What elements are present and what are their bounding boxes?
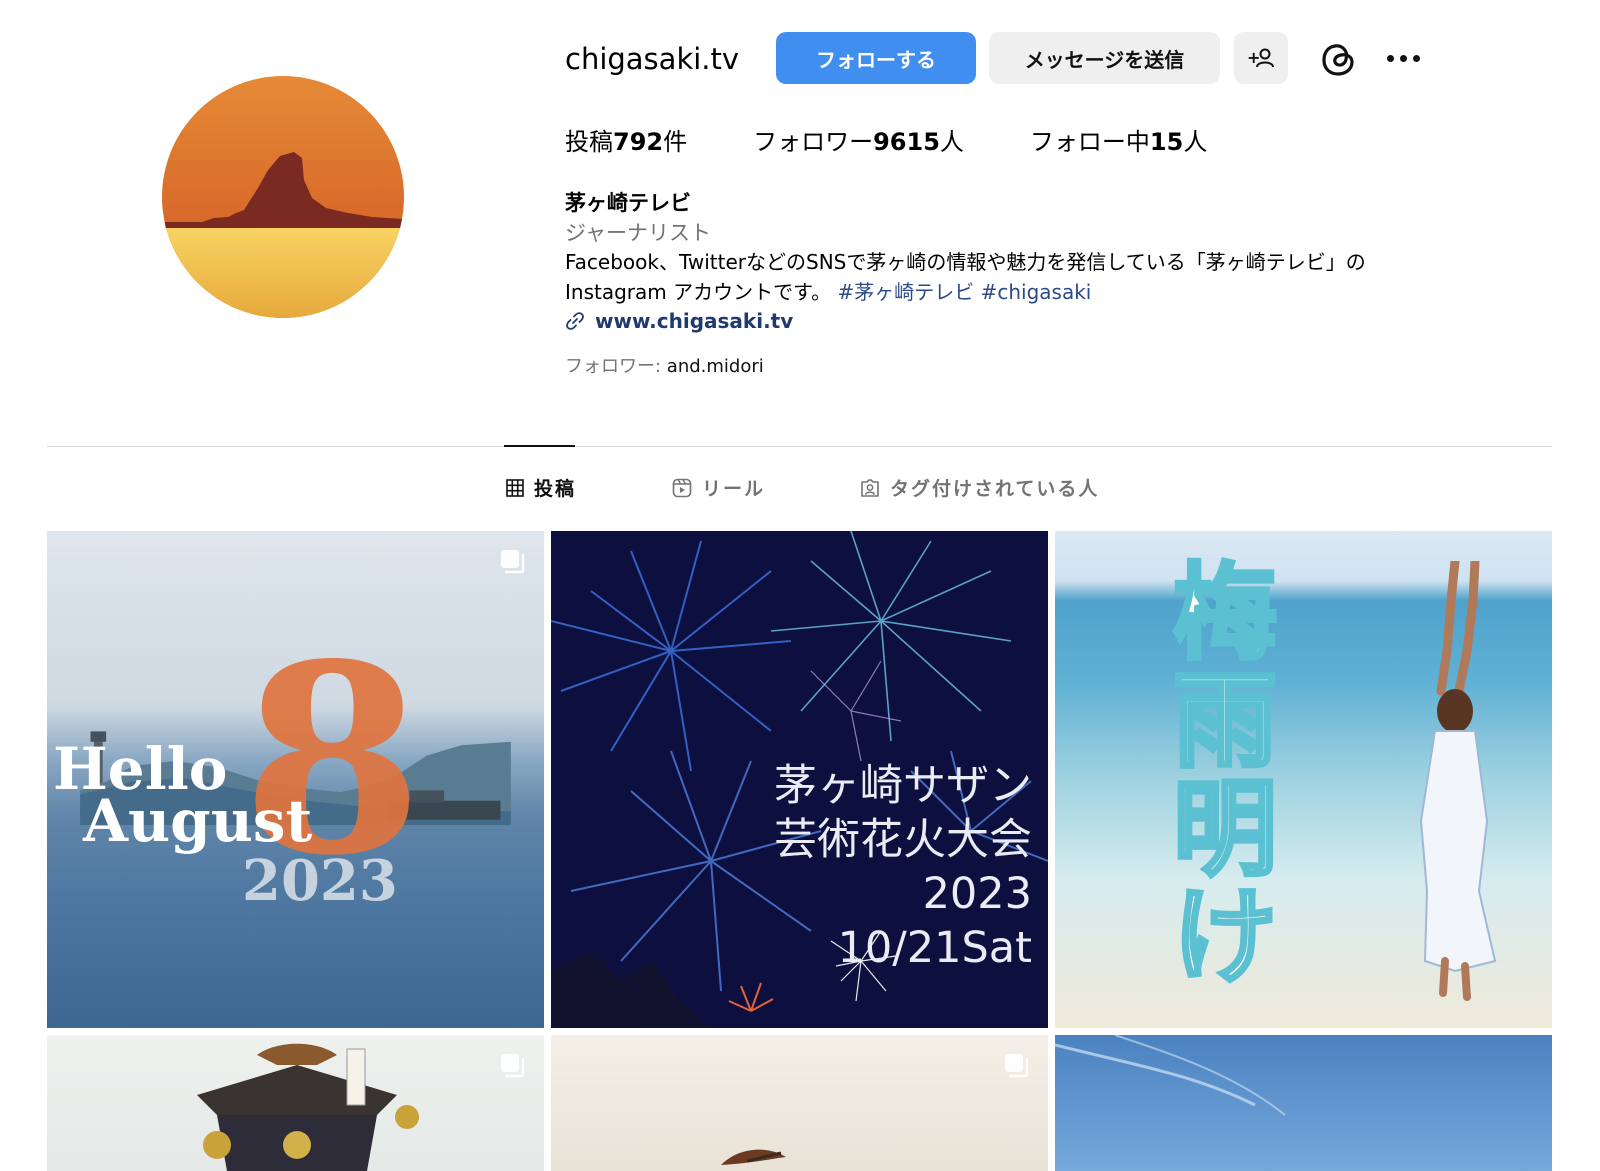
add-person-icon: + xyxy=(1247,48,1274,68)
tab-tagged-label: タグ付けされている人 xyxy=(890,478,1100,500)
followers-number: 9615 xyxy=(873,128,940,156)
beach-festival-image xyxy=(721,1149,786,1165)
hashtag-chigasaki-tv[interactable]: #茅ヶ崎テレビ xyxy=(837,280,974,304)
fireworks-caption-line-4: 10/21Sat xyxy=(837,923,1032,973)
more-options-icon[interactable] xyxy=(1378,40,1428,76)
grid-icon xyxy=(506,478,524,497)
post-tile-hello-august[interactable]: 8 Hello August 2023 xyxy=(47,531,544,1028)
profile-header: chigasaki.tv フォローする メッセージを送信 + 投稿792件 フォ… xyxy=(0,0,1600,440)
fireworks-caption-line-3: 2023 xyxy=(922,869,1032,919)
followed-by-label: フォロワー: xyxy=(565,356,667,377)
posts-grid: 8 Hello August 2023 茅ヶ崎サザン 芸術花火大会 2023 1… xyxy=(47,531,1552,1171)
profile-avatar[interactable] xyxy=(162,76,404,318)
following-label: フォロー中 xyxy=(1029,128,1150,156)
hashtag-chigasaki[interactable]: #chigasaki xyxy=(981,280,1092,304)
followers-label: フォロワー xyxy=(753,128,874,156)
post-august-text: August xyxy=(83,787,313,855)
post-tile-fireworks[interactable]: 茅ヶ崎サザン 芸術花火大会 2023 10/21Sat xyxy=(551,531,1048,1028)
mikoshi-image xyxy=(197,1043,419,1171)
profile-stats: 投稿792件 フォロワー9615人 フォロー中15人 xyxy=(565,124,1273,160)
suggest-user-button[interactable]: + xyxy=(1234,32,1288,84)
website-text[interactable]: www.chigasaki.tv xyxy=(595,306,793,336)
blue-sky-image xyxy=(1055,1035,1286,1116)
bio-line-1: Facebook、TwitterなどのSNSで茅ヶ崎の情報や魅力を発信している「… xyxy=(565,250,1366,274)
tab-posts-label: 投稿 xyxy=(534,478,577,500)
carousel-icon xyxy=(501,1054,525,1078)
following-count[interactable]: フォロー中15人 xyxy=(1030,124,1207,160)
posts-count[interactable]: 投稿792件 xyxy=(565,124,687,160)
profile-username: chigasaki.tv xyxy=(565,42,740,76)
posts-number: 792 xyxy=(613,128,664,156)
tab-reels-label: リール xyxy=(702,478,766,500)
bio-line-2: Instagram アカウントです。 #茅ヶ崎テレビ #chigasaki xyxy=(565,277,1495,307)
website-link[interactable]: www.chigasaki.tv xyxy=(565,306,793,336)
profile-bio: Facebook、TwitterなどのSNSで茅ヶ崎の情報や魅力を発信している「… xyxy=(565,247,1495,307)
posts-label: 投稿 xyxy=(565,128,613,156)
posts-unit: 件 xyxy=(663,128,688,156)
reels-icon xyxy=(672,478,692,497)
fireworks-caption: 茅ヶ崎サザン 芸術花火大会 2023 10/21Sat xyxy=(774,759,1032,975)
tab-tagged[interactable]: タグ付けされている人 xyxy=(860,474,1099,501)
fireworks-caption-line-1: 茅ヶ崎サザン xyxy=(774,761,1032,811)
tagged-icon xyxy=(861,478,879,497)
bio-line-2-text: Instagram アカウントです。 xyxy=(565,280,838,304)
post-year-text: 2023 xyxy=(242,848,398,914)
rainy-season-vertical-text: 梅雨明け xyxy=(1171,552,1279,998)
followers-unit: 人 xyxy=(939,128,964,156)
link-icon xyxy=(566,312,584,330)
following-unit: 人 xyxy=(1183,128,1208,156)
carousel-icon xyxy=(501,550,525,574)
followers-count[interactable]: フォロワー9615人 xyxy=(753,124,964,160)
threads-icon[interactable] xyxy=(1316,36,1362,82)
avatar-island-silhouette xyxy=(162,152,404,228)
post-tile-rainy-season-end[interactable]: 梅雨明け xyxy=(1055,531,1552,1028)
message-button[interactable]: メッセージを送信 xyxy=(989,32,1220,84)
followed-by[interactable]: フォロワー: and.midori xyxy=(565,352,764,382)
beach-person-image xyxy=(1419,561,1497,1001)
post-tile-blue-sky[interactable] xyxy=(1055,1035,1552,1171)
fireworks-caption-line-2: 芸術花火大会 xyxy=(774,815,1032,865)
carousel-icon xyxy=(1005,1054,1029,1078)
following-number: 15 xyxy=(1149,128,1184,156)
tab-reels[interactable]: リール xyxy=(672,474,765,501)
profile-tabs: 投稿 リール タグ付けされている人 xyxy=(0,474,1600,508)
follow-button[interactable]: フォローする xyxy=(776,32,976,84)
tabs-divider xyxy=(47,446,1552,447)
followed-by-user[interactable]: and.midori xyxy=(667,356,764,377)
profile-full-name: 茅ヶ崎テレビ xyxy=(565,191,691,215)
post-tile-beach-festival[interactable] xyxy=(551,1035,1048,1171)
active-tab-indicator xyxy=(504,445,575,447)
post-tile-mikoshi[interactable] xyxy=(47,1035,544,1171)
tab-posts[interactable]: 投稿 xyxy=(506,474,576,501)
profile-category: ジャーナリスト xyxy=(565,221,711,245)
